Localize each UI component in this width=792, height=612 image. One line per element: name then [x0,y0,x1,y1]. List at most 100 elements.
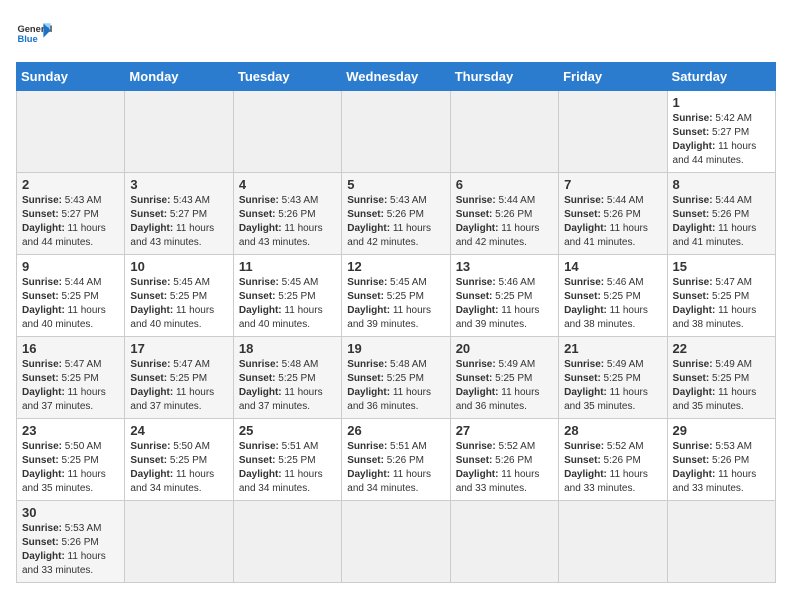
day-number: 25 [239,423,336,438]
calendar-cell [667,501,775,583]
calendar-cell: 16 Sunrise: 5:47 AMSunset: 5:25 PMDayligh… [17,337,125,419]
day-number: 29 [673,423,770,438]
day-number: 1 [673,95,770,110]
day-info: Sunrise: 5:47 AMSunset: 5:25 PMDaylight:… [130,358,227,414]
calendar-cell: 20 Sunrise: 5:49 AMSunset: 5:25 PMDayligh… [450,337,558,419]
day-info: Sunrise: 5:49 AMSunset: 5:25 PMDaylight:… [564,358,661,414]
day-number: 16 [22,341,119,356]
day-number: 21 [564,341,661,356]
day-info: Sunrise: 5:43 AMSunset: 5:26 PMDaylight:… [347,194,444,250]
calendar-cell: 18 Sunrise: 5:48 AMSunset: 5:25 PMDayligh… [233,337,341,419]
calendar-cell: 26 Sunrise: 5:51 AMSunset: 5:26 PMDayligh… [342,419,450,501]
day-number: 23 [22,423,119,438]
calendar-cell: 7 Sunrise: 5:44 AMSunset: 5:26 PMDaylight… [559,173,667,255]
day-info: Sunrise: 5:53 AMSunset: 5:26 PMDaylight:… [673,440,770,496]
week-row-6: 30 Sunrise: 5:53 AMSunset: 5:26 PMDayligh… [17,501,776,583]
header-tuesday: Tuesday [233,63,341,91]
calendar-cell: 13 Sunrise: 5:46 AMSunset: 5:25 PMDayligh… [450,255,558,337]
day-number: 13 [456,259,553,274]
calendar-cell [342,91,450,173]
day-number: 6 [456,177,553,192]
day-info: Sunrise: 5:49 AMSunset: 5:25 PMDaylight:… [673,358,770,414]
day-number: 11 [239,259,336,274]
header-monday: Monday [125,63,233,91]
day-number: 7 [564,177,661,192]
calendar-cell: 12Sunrise: 5:45 AMSunset: 5:25 PMDayligh… [342,255,450,337]
day-info: Sunrise: 5:53 AMSunset: 5:26 PMDaylight:… [22,522,119,578]
header-row: SundayMondayTuesdayWednesdayThursdayFrid… [17,63,776,91]
calendar-cell: 25Sunrise: 5:51 AMSunset: 5:25 PMDayligh… [233,419,341,501]
calendar-cell: 30 Sunrise: 5:53 AMSunset: 5:26 PMDayligh… [17,501,125,583]
calendar-cell: 24 Sunrise: 5:50 AMSunset: 5:25 PMDayligh… [125,419,233,501]
svg-text:Blue: Blue [17,34,37,44]
day-info: Sunrise: 5:46 AMSunset: 5:25 PMDaylight:… [456,276,553,332]
header-sunday: Sunday [17,63,125,91]
week-row-4: 16 Sunrise: 5:47 AMSunset: 5:25 PMDayligh… [17,337,776,419]
calendar-cell [450,501,558,583]
calendar-table: SundayMondayTuesdayWednesdayThursdayFrid… [16,62,776,583]
logo: General Blue [16,16,52,52]
calendar-cell [559,91,667,173]
calendar-cell [233,501,341,583]
day-info: Sunrise: 5:46 AMSunset: 5:25 PMDaylight:… [564,276,661,332]
day-info: Sunrise: 5:43 AMSunset: 5:27 PMDaylight:… [22,194,119,250]
day-info: Sunrise: 5:47 AMSunset: 5:25 PMDaylight:… [22,358,119,414]
day-info: Sunrise: 5:52 AMSunset: 5:26 PMDaylight:… [456,440,553,496]
header-thursday: Thursday [450,63,558,91]
day-number: 10 [130,259,227,274]
week-row-2: 2Sunrise: 5:43 AMSunset: 5:27 PMDaylight… [17,173,776,255]
day-number: 12 [347,259,444,274]
day-info: Sunrise: 5:48 AMSunset: 5:25 PMDaylight:… [347,358,444,414]
calendar-cell [450,91,558,173]
calendar-cell [17,91,125,173]
day-number: 18 [239,341,336,356]
calendar-cell: 2Sunrise: 5:43 AMSunset: 5:27 PMDaylight… [17,173,125,255]
day-number: 26 [347,423,444,438]
day-number: 17 [130,341,227,356]
day-number: 24 [130,423,227,438]
header-friday: Friday [559,63,667,91]
calendar-cell [125,501,233,583]
calendar-cell: 11Sunrise: 5:45 AMSunset: 5:25 PMDayligh… [233,255,341,337]
logo-icon: General Blue [16,16,52,52]
calendar-cell [342,501,450,583]
day-number: 14 [564,259,661,274]
day-number: 28 [564,423,661,438]
day-info: Sunrise: 5:45 AMSunset: 5:25 PMDaylight:… [130,276,227,332]
day-info: Sunrise: 5:43 AMSunset: 5:27 PMDaylight:… [130,194,227,250]
day-number: 30 [22,505,119,520]
week-row-1: 1Sunrise: 5:42 AMSunset: 5:27 PMDaylight… [17,91,776,173]
calendar-cell: 3Sunrise: 5:43 AMSunset: 5:27 PMDaylight… [125,173,233,255]
day-number: 19 [347,341,444,356]
calendar-cell: 27Sunrise: 5:52 AMSunset: 5:26 PMDayligh… [450,419,558,501]
calendar-cell: 5 Sunrise: 5:43 AMSunset: 5:26 PMDaylight… [342,173,450,255]
calendar-cell [559,501,667,583]
day-number: 8 [673,177,770,192]
day-info: Sunrise: 5:48 AMSunset: 5:25 PMDaylight:… [239,358,336,414]
calendar-cell: 21 Sunrise: 5:49 AMSunset: 5:25 PMDayligh… [559,337,667,419]
day-info: Sunrise: 5:50 AMSunset: 5:25 PMDaylight:… [130,440,227,496]
day-info: Sunrise: 5:43 AMSunset: 5:26 PMDaylight:… [239,194,336,250]
day-info: Sunrise: 5:49 AMSunset: 5:25 PMDaylight:… [456,358,553,414]
calendar-cell: 23 Sunrise: 5:50 AMSunset: 5:25 PMDayligh… [17,419,125,501]
header-saturday: Saturday [667,63,775,91]
calendar-cell: 28Sunrise: 5:52 AMSunset: 5:26 PMDayligh… [559,419,667,501]
page-header: General Blue [16,16,776,52]
calendar-cell: 29 Sunrise: 5:53 AMSunset: 5:26 PMDayligh… [667,419,775,501]
calendar-cell [125,91,233,173]
day-number: 9 [22,259,119,274]
calendar-cell: 19 Sunrise: 5:48 AMSunset: 5:25 PMDayligh… [342,337,450,419]
day-info: Sunrise: 5:51 AMSunset: 5:26 PMDaylight:… [347,440,444,496]
calendar-cell: 1Sunrise: 5:42 AMSunset: 5:27 PMDaylight… [667,91,775,173]
header-wednesday: Wednesday [342,63,450,91]
calendar-cell [233,91,341,173]
calendar-cell: 8Sunrise: 5:44 AMSunset: 5:26 PMDaylight… [667,173,775,255]
day-info: Sunrise: 5:47 AMSunset: 5:25 PMDaylight:… [673,276,770,332]
day-info: Sunrise: 5:50 AMSunset: 5:25 PMDaylight:… [22,440,119,496]
week-row-3: 9Sunrise: 5:44 AMSunset: 5:25 PMDaylight… [17,255,776,337]
day-info: Sunrise: 5:44 AMSunset: 5:26 PMDaylight:… [564,194,661,250]
day-number: 5 [347,177,444,192]
calendar-cell: 4Sunrise: 5:43 AMSunset: 5:26 PMDaylight… [233,173,341,255]
day-number: 20 [456,341,553,356]
calendar-cell: 9Sunrise: 5:44 AMSunset: 5:25 PMDaylight… [17,255,125,337]
